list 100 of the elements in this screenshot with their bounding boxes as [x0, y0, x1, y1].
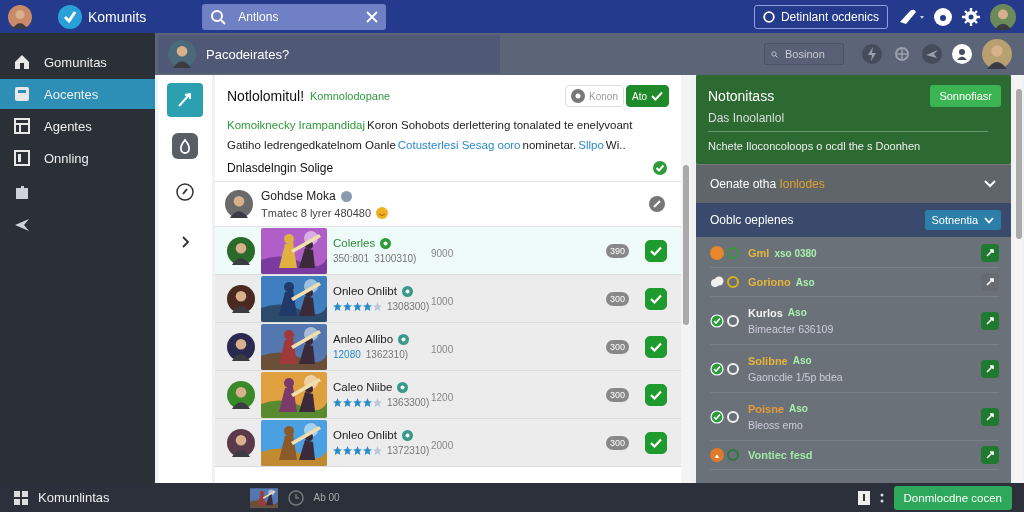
dropdown[interactable]: Sotnentia — [924, 210, 1001, 230]
avatar[interactable] — [227, 284, 255, 313]
paragraph: Komoiknecky Irampandidaj Koron Sohobots derlettering tonalated te enelyvoant — [227, 119, 634, 131]
list-item[interactable]: Kurlos Aso Bimeacter 636109 — [710, 297, 999, 345]
avatar[interactable] — [225, 190, 253, 218]
star-icon — [363, 398, 372, 407]
settings-icon[interactable] — [962, 7, 980, 26]
brush-icon[interactable] — [898, 7, 924, 26]
item-amount: 9000 — [431, 248, 454, 259]
toggle-option[interactable]: Ato — [626, 85, 669, 107]
item-tag: xso 0380 — [774, 247, 817, 259]
toggle-option[interactable]: Konon — [565, 85, 624, 107]
item-amount: 1000 — [431, 296, 454, 307]
avatar[interactable] — [8, 4, 32, 29]
status-button[interactable]: Detinlant ocdenics — [753, 4, 888, 29]
checkbox[interactable] — [645, 239, 667, 262]
star-icon — [343, 302, 352, 311]
avatar[interactable] — [982, 39, 1012, 69]
list-row[interactable]: Anleo Allibo 12080 1362310) 1000 300 — [215, 323, 681, 371]
profile-icon[interactable] — [952, 44, 972, 64]
card-icon — [14, 86, 30, 102]
list-row[interactable]: Onleo Onlibt 1372310) 2000 300 — [215, 419, 681, 467]
action-button[interactable] — [981, 273, 999, 291]
dot-icon — [571, 89, 586, 103]
star-icon — [353, 302, 362, 311]
search-field[interactable]: Antlons — [202, 3, 387, 30]
download-button[interactable]: Donmlocdne cocen — [893, 485, 1012, 510]
item-tag: Aso — [787, 307, 807, 318]
accordion-header[interactable]: Oenate otha Ionlodes — [696, 164, 1011, 203]
info-icon[interactable] — [857, 490, 870, 505]
compass-icon — [175, 182, 195, 202]
checkbox[interactable] — [645, 431, 667, 454]
star-icon — [343, 446, 352, 455]
action-button[interactable] — [981, 359, 999, 378]
list-item[interactable]: Gml xso 0380 — [710, 239, 999, 268]
item-amount: 2000 — [431, 440, 454, 451]
sidebar-item[interactable]: Gomunitas — [0, 47, 155, 77]
card-title: Notonitass — [708, 88, 775, 104]
post-tag: Komnolodopane — [310, 90, 391, 102]
list-row[interactable]: Colerles 350:801 3100310) 9000 390 — [215, 227, 681, 275]
list-item[interactable]: Solibne Aso Gaoncdie 1/5p bdea — [710, 345, 999, 393]
list-item[interactable]: Poisne Aso Bleoss emo — [710, 393, 999, 441]
list-row[interactable]: Onleo Onlibt 1308300) 1000 300 — [215, 275, 681, 323]
list-row[interactable]: Caleo Niibe 1363300) 1200 300 — [215, 371, 681, 419]
verified-icon — [401, 429, 413, 441]
verified-icon — [397, 381, 409, 393]
avatar[interactable] — [227, 380, 255, 409]
avatar[interactable] — [227, 428, 255, 457]
search-field[interactable]: Bosinon — [764, 43, 844, 65]
more-icon[interactable] — [879, 491, 884, 504]
search-input[interactable]: Antlons — [236, 8, 357, 25]
plane-icon[interactable] — [922, 44, 942, 64]
checkbox[interactable] — [645, 287, 667, 310]
checkbox[interactable] — [645, 383, 667, 406]
chevron-down-icon — [983, 179, 997, 189]
card-button[interactable]: Sonnofiasr — [930, 85, 1001, 107]
grid-icon — [14, 490, 28, 505]
bolt-icon[interactable] — [862, 44, 882, 64]
avatar[interactable] — [168, 40, 196, 68]
rail-button[interactable] — [172, 133, 198, 159]
check-circle-icon — [710, 313, 724, 328]
expand-icon — [985, 411, 995, 422]
action-button[interactable] — [981, 311, 999, 330]
avatar[interactable] — [227, 332, 255, 361]
clock-icon — [287, 489, 304, 506]
sidebar-item[interactable]: Onnling — [0, 143, 155, 173]
item-detail: Bimeacter 636109 — [748, 322, 834, 335]
action-button[interactable] — [981, 407, 999, 426]
item-title: Goriono — [748, 276, 791, 288]
scrollbar[interactable] — [1014, 75, 1023, 483]
avatar[interactable] — [227, 236, 255, 265]
item-name: Onleo Onlibt — [333, 429, 397, 441]
verified-icon — [401, 285, 413, 297]
grid-icon — [14, 118, 30, 134]
item-code: 1308300) — [387, 301, 430, 312]
checkbox[interactable] — [645, 335, 667, 358]
item-title: Vontiec fesd — [748, 449, 813, 461]
panel-icon — [14, 150, 30, 166]
search-input[interactable]: Bosinon — [783, 47, 837, 61]
action-button[interactable] — [981, 244, 999, 262]
edit-icon[interactable] — [649, 196, 665, 212]
count-badge: 300 — [605, 435, 629, 450]
sidebar-item[interactable]: Agentes — [0, 111, 155, 141]
item-code: 3100310) — [374, 253, 417, 264]
avatar[interactable] — [990, 3, 1016, 30]
list-item[interactable]: Vontiec fesd — [710, 441, 999, 470]
circle-icon — [727, 314, 739, 327]
count-badge: 390 — [605, 243, 629, 258]
sidebar-item[interactable]: Aocentes — [0, 79, 155, 109]
card-text: Nchete Iloconcoloops o ocdl the s Doonhen — [708, 140, 922, 152]
check-circle-icon — [710, 361, 724, 376]
close-icon[interactable] — [366, 10, 379, 23]
action-button[interactable] — [981, 446, 999, 464]
circle-icon — [727, 449, 739, 461]
list-item[interactable]: Goriono Aso — [710, 268, 999, 297]
item-title: Gml — [748, 247, 770, 259]
user-status: Tmatec 8 lyrer 480480 — [261, 207, 372, 219]
back-arrow-icon[interactable] — [14, 217, 30, 233]
expand-icon — [985, 248, 995, 258]
scrollbar[interactable] — [681, 75, 691, 483]
